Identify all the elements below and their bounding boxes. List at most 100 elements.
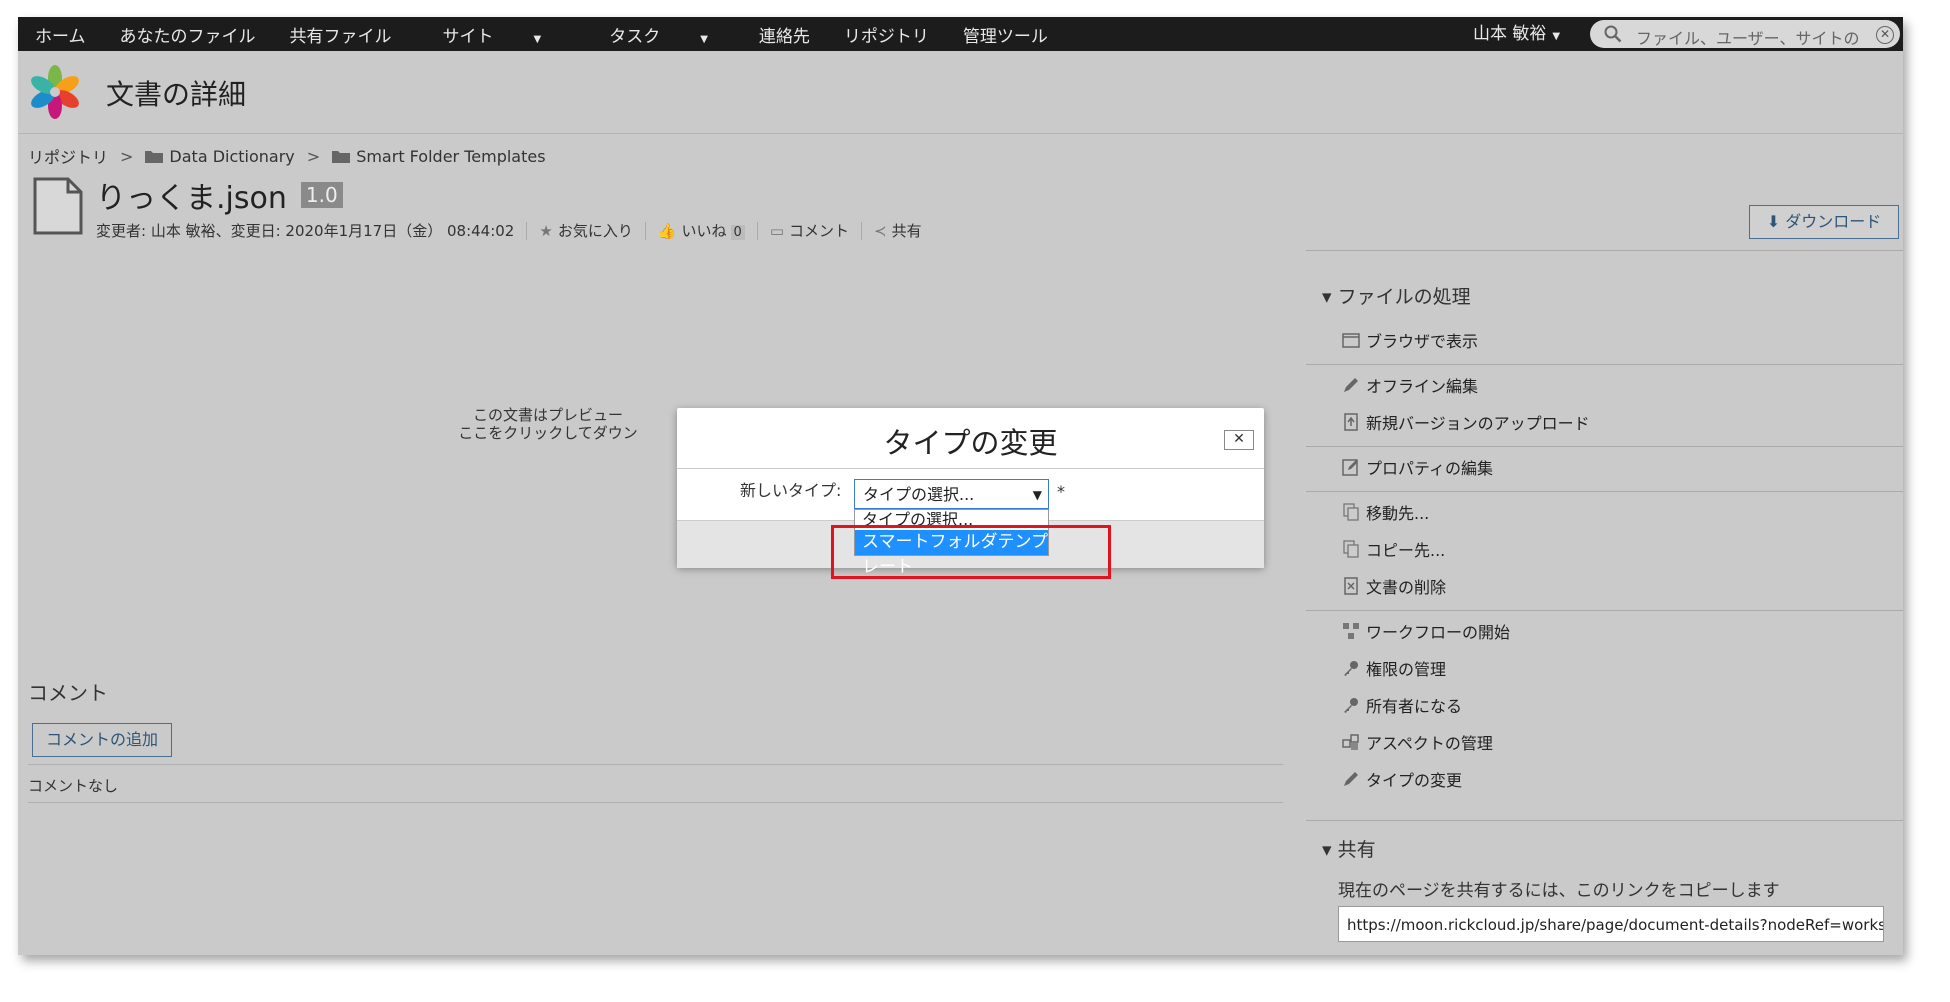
search-icon [1604, 25, 1622, 43]
divider [526, 221, 528, 240]
search-placeholder: ファイル、ユーザー、サイトの [1636, 29, 1860, 48]
aspects-icon [1342, 734, 1359, 750]
nav-sites-label: サイト [442, 26, 494, 47]
pencil-icon [1344, 772, 1358, 786]
breadcrumb-data-dictionary[interactable]: Data Dictionary [169, 147, 294, 166]
workflow-icon [1343, 623, 1359, 639]
action-delete-document[interactable]: 文書の削除 [1342, 574, 1446, 598]
share-link-field[interactable]: https://moon.rickcloud.jp/share/page/doc… [1338, 906, 1884, 942]
version-badge: 1.0 [300, 182, 343, 208]
add-comment-button[interactable]: コメントの追加 [32, 723, 172, 757]
header-divider [18, 133, 1903, 134]
clear-search-icon[interactable]: ✕ [1876, 26, 1894, 44]
upload-icon [1344, 413, 1358, 431]
share-label: 共有 [891, 222, 922, 240]
delete-icon [1344, 577, 1358, 595]
nav-tasks[interactable]: タスク ▼ [575, 22, 742, 47]
actions-title[interactable]: ▾ ファイルの処理 [1322, 282, 1471, 309]
key-icon [1344, 698, 1358, 713]
like-count: 0 [730, 225, 745, 240]
action-label: 所有者になる [1366, 697, 1463, 716]
new-type-label: 新しいタイプ: [740, 481, 842, 500]
favorite-label: お気に入り [557, 222, 633, 240]
breadcrumb: リポジトリ > Data Dictionary > Smart Folder T… [28, 144, 546, 168]
folder-icon [145, 151, 164, 163]
divider [1306, 491, 1903, 492]
like-label: いいね [681, 222, 727, 240]
dialog-title: タイプの変更 [883, 426, 1058, 460]
preview-message[interactable]: この文書はプレビュー ここをクリックしてダウン [408, 406, 688, 442]
comment-label: コメント [789, 222, 850, 240]
divider [1306, 364, 1903, 365]
document-name: りっくま.json [96, 181, 287, 216]
breadcrumb-separator: > [306, 146, 321, 166]
user-menu[interactable]: 山本 敏裕 ▼ [1473, 17, 1560, 51]
action-take-ownership[interactable]: 所有者になる [1342, 693, 1462, 717]
action-copy-to[interactable]: コピー先... [1342, 537, 1445, 561]
type-select-value: タイプの選択... [863, 485, 975, 504]
divider [28, 802, 1283, 803]
search-box[interactable]: ファイル、ユーザー、サイトの ✕ [1590, 20, 1900, 48]
action-move-to[interactable]: 移動先... [1342, 500, 1429, 524]
document-name-row: りっくま.json 1.0 [96, 173, 343, 217]
download-button[interactable]: ⬇ ダウンロード [1749, 205, 1899, 239]
page-title: 文書の詳細 [106, 78, 247, 111]
action-start-workflow[interactable]: ワークフローの開始 [1342, 619, 1510, 643]
nav-repository[interactable]: リポジトリ [827, 22, 946, 47]
nav-my-files[interactable]: あなたのファイル [103, 22, 273, 47]
action-manage-permissions[interactable]: 権限の管理 [1342, 656, 1446, 680]
divider [861, 221, 863, 240]
share-link[interactable]: ≺ 共有 [874, 220, 922, 241]
edit-properties-icon [1342, 459, 1358, 476]
actions-title-label: ファイルの処理 [1337, 286, 1471, 308]
move-icon [1343, 503, 1359, 521]
nav-tasks-label: タスク [609, 26, 661, 47]
browser-icon [1342, 333, 1360, 348]
comment-icon: ▭ [769, 222, 784, 240]
key-icon [1344, 661, 1358, 676]
share-title[interactable]: ▾ 共有 [1322, 835, 1376, 862]
nav-admin-tools[interactable]: 管理ツール [946, 22, 1065, 47]
star-icon: ★ [539, 222, 553, 240]
like-link[interactable]: 👍 いいね 0 [658, 220, 745, 241]
breadcrumb-repository[interactable]: リポジトリ [28, 144, 108, 168]
action-label: ワークフローの開始 [1366, 623, 1511, 642]
action-upload-new-version[interactable]: 新規バージョンのアップロード [1342, 410, 1590, 434]
breadcrumb-smart-folder-templates[interactable]: Smart Folder Templates [356, 147, 545, 166]
action-edit-properties[interactable]: プロパティの編集 [1342, 455, 1493, 479]
divider [644, 221, 646, 240]
divider [1306, 250, 1903, 251]
share-icon: ≺ [874, 222, 887, 240]
divider [28, 764, 1283, 765]
action-change-type[interactable]: タイプの変更 [1342, 767, 1462, 791]
action-view-in-browser[interactable]: ブラウザで表示 [1342, 328, 1478, 352]
action-label: ブラウザで表示 [1366, 332, 1479, 351]
action-label: コピー先... [1366, 541, 1446, 560]
favorite-link[interactable]: ★ お気に入り [539, 220, 632, 241]
comment-link[interactable]: ▭ コメント [770, 220, 849, 241]
action-edit-offline[interactable]: オフライン編集 [1342, 373, 1478, 397]
action-manage-aspects[interactable]: アスペクトの管理 [1342, 730, 1493, 754]
caret-down-icon: ▼ [533, 33, 542, 45]
nav-sites[interactable]: サイト ▼ [409, 22, 576, 47]
document-icon [33, 177, 83, 235]
download-label: ダウンロード [1785, 212, 1882, 231]
pencil-icon [1344, 378, 1358, 392]
required-marker: * [1057, 482, 1065, 501]
action-label: タイプの変更 [1366, 771, 1463, 790]
document-meta: 変更者: 山本 敏裕、変更日: 2020年1月17日（金） 08:44:02 ★… [96, 220, 922, 241]
share-title-label: 共有 [1337, 839, 1376, 861]
divider [756, 221, 758, 240]
nav-people[interactable]: 連絡先 [742, 22, 827, 47]
nav-shared-files[interactable]: 共有ファイル [273, 22, 409, 47]
folder-icon [332, 151, 351, 163]
close-icon[interactable]: ✕ [1224, 430, 1254, 450]
divider [1306, 610, 1903, 611]
action-label: アスペクトの管理 [1366, 734, 1493, 753]
type-select[interactable]: タイプの選択... ▼ [854, 479, 1049, 509]
action-label: 文書の削除 [1366, 578, 1447, 597]
nav-home[interactable]: ホーム [18, 22, 103, 47]
action-label: オフライン編集 [1366, 377, 1479, 396]
comments-title: コメント [28, 681, 108, 705]
action-label: 移動先... [1366, 504, 1430, 523]
